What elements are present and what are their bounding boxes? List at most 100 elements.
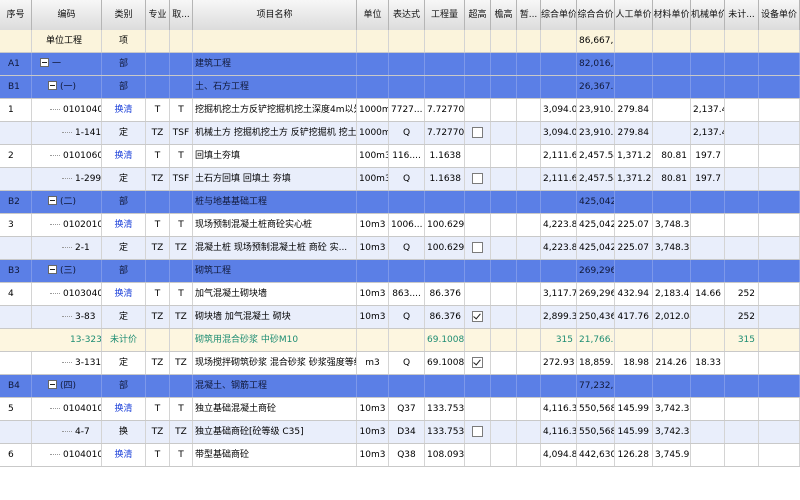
expression-cell[interactable]: Q [389, 306, 425, 328]
unit-price-cell[interactable] [541, 30, 577, 52]
type-cell[interactable]: 部 [102, 375, 146, 397]
code-cell[interactable]: 0102010... [32, 214, 102, 236]
column-header-machine-price[interactable]: 机械单价 [691, 0, 725, 30]
machine-price-cell[interactable]: 14.66 [691, 283, 725, 305]
machine-price-cell[interactable] [691, 214, 725, 236]
provisional-cell[interactable] [517, 421, 541, 443]
unit-cell[interactable] [357, 329, 389, 351]
expression-cell[interactable] [389, 260, 425, 282]
code-cell[interactable]: 0103040... [32, 283, 102, 305]
provisional-cell[interactable] [517, 122, 541, 144]
name-cell[interactable]: 机械土方 挖掘机挖土方 反铲挖掘机 挖土深... [193, 122, 357, 144]
code-cell[interactable]: 2-1 [32, 237, 102, 259]
section-row[interactable]: B3 (三) 部 砌筑工程 269,296.18 [0, 260, 800, 283]
material-price-cell[interactable] [653, 30, 691, 52]
provisional-cell[interactable] [517, 444, 541, 466]
fee-cell[interactable]: T [170, 214, 193, 236]
unit-price-cell[interactable]: 272.93 [541, 352, 577, 374]
name-cell[interactable]: 独立基础商砼[砼等级 C35] [193, 421, 357, 443]
section-row[interactable]: B1 (一) 部 土、石方工程 26,367.69 [0, 76, 800, 99]
unpriced-cell[interactable]: 252 [725, 283, 759, 305]
machine-price-cell[interactable]: 2,137.41 [691, 122, 725, 144]
labor-price-cell[interactable]: 1,371.22 [615, 145, 653, 167]
material-price-cell[interactable]: 3,745.93 [653, 444, 691, 466]
quantity-cell[interactable] [425, 30, 465, 52]
expression-cell[interactable] [389, 329, 425, 351]
provisional-cell[interactable] [517, 76, 541, 98]
column-header-fee[interactable]: 取... [170, 0, 193, 30]
unpriced-cell[interactable]: 252 [725, 306, 759, 328]
specialty-cell[interactable]: T [146, 214, 170, 236]
unpriced-cell[interactable] [725, 168, 759, 190]
equipment-price-cell[interactable] [759, 237, 800, 259]
provisional-cell[interactable] [517, 30, 541, 52]
name-cell[interactable]: 砌筑工程 [193, 260, 357, 282]
table-row[interactable]: 30102010...换清TT现场预制混凝土桩商砼实心桩10m31006...1… [0, 214, 800, 237]
seq-cell[interactable]: 2 [0, 145, 32, 167]
labor-price-cell[interactable]: 225.07 [615, 214, 653, 236]
total-price-cell[interactable]: 77,232,... [577, 375, 615, 397]
seq-cell[interactable] [0, 421, 32, 443]
provisional-cell[interactable] [517, 168, 541, 190]
eave-height-cell[interactable] [491, 214, 517, 236]
table-row[interactable]: 13-323未计价砌筑用混合砂浆 中砂M1069.100831521,766.7… [0, 329, 800, 352]
unit-price-cell[interactable] [541, 375, 577, 397]
expression-cell[interactable]: Q37 [389, 398, 425, 420]
total-price-cell[interactable]: 23,910.15 [577, 99, 615, 121]
unpriced-cell[interactable] [725, 53, 759, 75]
overheight-cell[interactable] [465, 352, 491, 374]
eave-height-cell[interactable] [491, 30, 517, 52]
table-row[interactable]: 50104010...换清TT独立基础混凝土商砼10m3Q37133.75302… [0, 398, 800, 421]
unpriced-cell[interactable] [725, 122, 759, 144]
specialty-cell[interactable]: TZ [146, 168, 170, 190]
material-price-cell[interactable]: 214.26 [653, 352, 691, 374]
labor-price-cell[interactable]: 432.94 [615, 283, 653, 305]
expression-cell[interactable]: 7727... [389, 99, 425, 121]
total-price-cell[interactable]: 550,568.9 [577, 398, 615, 420]
specialty-cell[interactable]: T [146, 398, 170, 420]
unpriced-cell[interactable] [725, 145, 759, 167]
code-cell[interactable]: (四) [32, 375, 102, 397]
unit-price-cell[interactable]: 4,116.31 [541, 398, 577, 420]
quantity-cell[interactable]: 133.753021 [425, 421, 465, 443]
machine-price-cell[interactable] [691, 398, 725, 420]
name-cell[interactable]: 混凝土桩 现场预制混凝土桩 商砼 实... [193, 237, 357, 259]
collapse-icon[interactable] [48, 196, 57, 205]
unit-cell[interactable] [357, 76, 389, 98]
unit-cell[interactable] [357, 30, 389, 52]
unpriced-cell[interactable] [725, 352, 759, 374]
overheight-cell[interactable] [465, 168, 491, 190]
quantity-cell[interactable]: 86.376 [425, 306, 465, 328]
material-price-cell[interactable]: 80.81 [653, 168, 691, 190]
unit-price-cell[interactable] [541, 191, 577, 213]
fee-cell[interactable] [170, 191, 193, 213]
labor-price-cell[interactable]: 417.76 [615, 306, 653, 328]
overheight-checkbox[interactable] [472, 357, 483, 368]
section-row[interactable]: A1 一 部 建筑工程 82,016,... [0, 53, 800, 76]
fee-cell[interactable] [170, 260, 193, 282]
machine-price-cell[interactable]: 2,137.41 [691, 99, 725, 121]
fee-cell[interactable]: TSF [170, 122, 193, 144]
seq-cell[interactable]: 4 [0, 283, 32, 305]
seq-cell[interactable]: A1 [0, 53, 32, 75]
equipment-price-cell[interactable] [759, 53, 800, 75]
unit-cell[interactable]: 100m3 [357, 168, 389, 190]
specialty-cell[interactable] [146, 329, 170, 351]
fee-cell[interactable] [170, 53, 193, 75]
specialty-cell[interactable]: T [146, 444, 170, 466]
column-header-unit-price[interactable]: 综合单价 [541, 0, 577, 30]
table-row[interactable]: 单位工程 项 86,667,... [0, 30, 800, 53]
table-row[interactable]: 3-131定TZTZ现场搅拌砌筑砂浆 混合砂浆 砂浆强度等级 M10m3Q69.… [0, 352, 800, 375]
labor-price-cell[interactable]: 225.07 [615, 237, 653, 259]
total-price-cell[interactable]: 250,436.85 [577, 306, 615, 328]
table-row[interactable]: 3-83定TZTZ砌块墙 加气混凝土 砌块10m3Q86.3762,899.38… [0, 306, 800, 329]
code-cell[interactable]: (一) [32, 76, 102, 98]
overheight-cell[interactable] [465, 122, 491, 144]
labor-price-cell[interactable] [615, 53, 653, 75]
type-cell[interactable]: 换清 [102, 145, 146, 167]
fee-cell[interactable] [170, 329, 193, 351]
type-cell[interactable]: 换 [102, 421, 146, 443]
overheight-cell[interactable] [465, 76, 491, 98]
column-header-eave-height[interactable]: 檐高 [491, 0, 517, 30]
specialty-cell[interactable] [146, 53, 170, 75]
